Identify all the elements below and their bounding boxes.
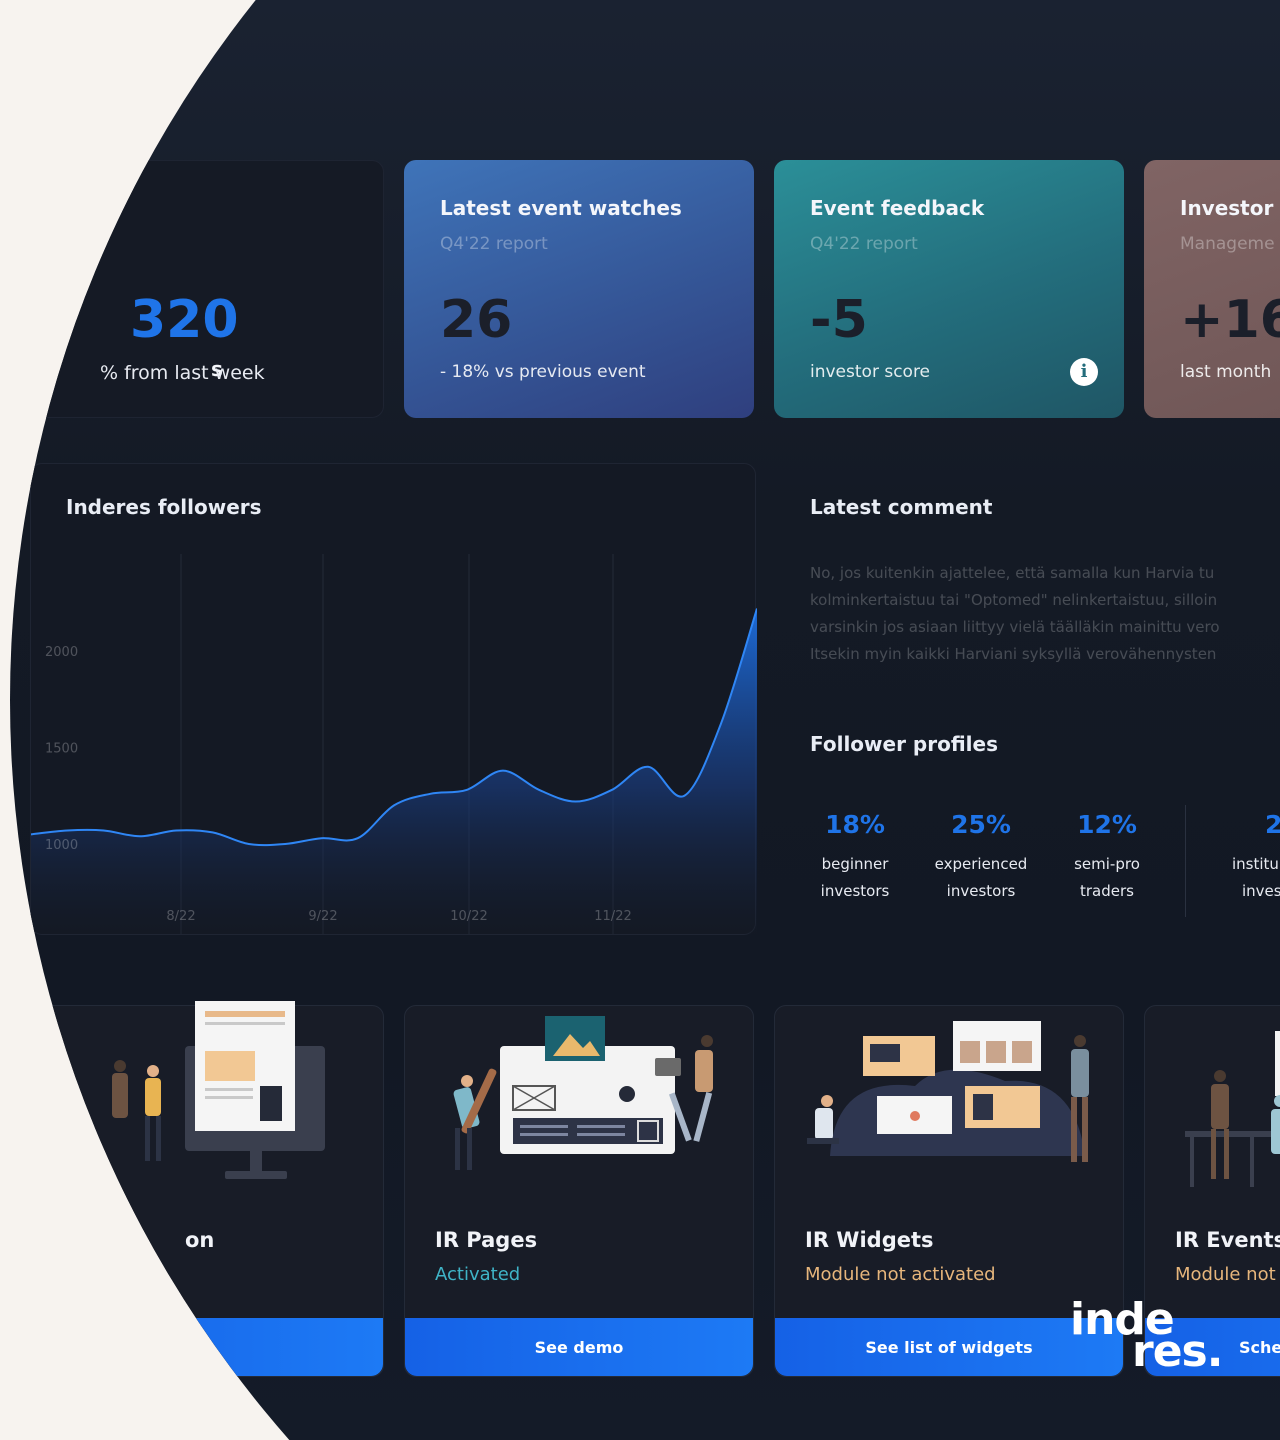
button-label: Sche <box>1239 1337 1280 1357</box>
ir-events-illustration <box>1185 1031 1280 1187</box>
profile-institutional: 2 institu inves <box>1210 810 1280 905</box>
module-status: Module not activated <box>805 1264 996 1285</box>
profile-pct: 2 <box>1265 810 1280 839</box>
module-title: IR Events <box>1175 1228 1280 1252</box>
kpi-value: 320 <box>130 290 239 350</box>
kpi-value: 26 <box>440 290 513 350</box>
x-tick-label: 8/22 <box>166 909 195 924</box>
profile-label-line: experienced <box>934 855 1028 873</box>
followers-chart-card: 1000 1500 2000 8/22 9/22 10/22 11/22 <box>30 463 757 935</box>
profile-divider <box>1185 805 1186 917</box>
kpi-delta: - 18% vs previous event <box>440 362 646 382</box>
latest-comment-text: No, jos kuitenkin ajattelee, että samall… <box>810 560 1280 668</box>
x-tick-label: 9/22 <box>308 909 337 924</box>
y-tick-label: 2000 <box>45 645 78 660</box>
follower-profiles-title: Follower profiles <box>810 732 998 756</box>
kpi-value: -5 <box>810 290 868 350</box>
profile-pct: 25% <box>951 810 1011 839</box>
module-title: IR Widgets <box>805 1228 934 1252</box>
kpi-delta: last month <box>1180 362 1272 382</box>
module-title: IR Pages <box>435 1228 538 1252</box>
profile-experienced: 25% experienced investors <box>921 810 1041 905</box>
kpi-subtitle: Manageme <box>1180 234 1275 254</box>
kpi-delta: % from last week <box>100 362 265 384</box>
kpi-subtitle: Q4'22 report <box>810 234 918 254</box>
module-status: Module not <box>1175 1264 1276 1285</box>
module-status: Activated <box>435 1264 521 1285</box>
profile-label: experienced investors <box>921 851 1041 905</box>
followers-chart: 1000 1500 2000 8/22 9/22 10/22 11/22 <box>31 554 757 934</box>
series-area <box>31 608 757 934</box>
presentation-illustration <box>112 1001 325 1179</box>
kpi-title: Latest event watches <box>440 196 682 220</box>
ir-widgets-illustration <box>807 1021 1089 1162</box>
profile-pct: 18% <box>825 810 885 839</box>
x-tick-label: 10/22 <box>450 909 487 924</box>
profile-pct: 12% <box>1077 810 1137 839</box>
profile-label-line: investors <box>820 882 890 900</box>
profile-label-line: investors <box>946 882 1016 900</box>
y-tick-label: 1500 <box>45 742 78 757</box>
profile-label-line: inves <box>1242 882 1280 900</box>
kpi-title: Investor s <box>1180 196 1280 220</box>
comment-line: varsinkin jos asiaan liittyy vielä tääll… <box>810 618 1220 636</box>
logo-text: res. <box>1132 1326 1223 1377</box>
ir-pages-illustration <box>453 1016 713 1170</box>
module-button[interactable] <box>35 1318 383 1376</box>
followers-title: Inderes followers <box>66 495 262 519</box>
profile-semi-pro: 12% semi-pro traders <box>1047 810 1167 905</box>
y-tick-label: 1000 <box>45 838 78 853</box>
see-demo-button[interactable]: See demo <box>405 1318 753 1376</box>
button-label: See list of widgets <box>865 1337 1033 1357</box>
info-icon[interactable]: i <box>1070 358 1098 386</box>
profile-label-line: traders <box>1080 882 1134 900</box>
kpi-delta: investor score <box>810 362 931 382</box>
dashboard: s 320 % from last week Latest event watc… <box>10 0 1280 1440</box>
x-tick-label: 11/22 <box>594 909 631 924</box>
profile-label-line: semi-pro <box>1074 855 1140 873</box>
module-card-1: on <box>34 1001 384 1377</box>
profile-label: institu inves <box>1210 851 1280 905</box>
module-title: on <box>185 1228 215 1252</box>
profile-label-line: institu <box>1232 855 1279 873</box>
kpi-value: +16 <box>1180 290 1280 350</box>
comment-line: Itsekin myin kaikki Harviani syksyllä ve… <box>810 645 1217 663</box>
profile-beginner: 18% beginner investors <box>795 810 915 905</box>
comment-line: No, jos kuitenkin ajattelee, että samall… <box>810 564 1215 582</box>
comment-line: kolminkertaistuu tai "Optomed" nelinkert… <box>810 591 1218 609</box>
kpi-subtitle: Q4'22 report <box>440 234 548 254</box>
profile-label: semi-pro traders <box>1047 851 1167 905</box>
profile-label-line: beginner <box>821 855 889 873</box>
button-label: See demo <box>534 1337 624 1357</box>
module-card-ir-pages: IR Pages Activated See demo <box>404 1005 754 1377</box>
profile-label: beginner investors <box>795 851 915 905</box>
latest-comment-title: Latest comment <box>810 495 993 519</box>
inderes-logo: inde res. <box>1070 1298 1223 1377</box>
kpi-title: Event feedback <box>810 196 985 220</box>
